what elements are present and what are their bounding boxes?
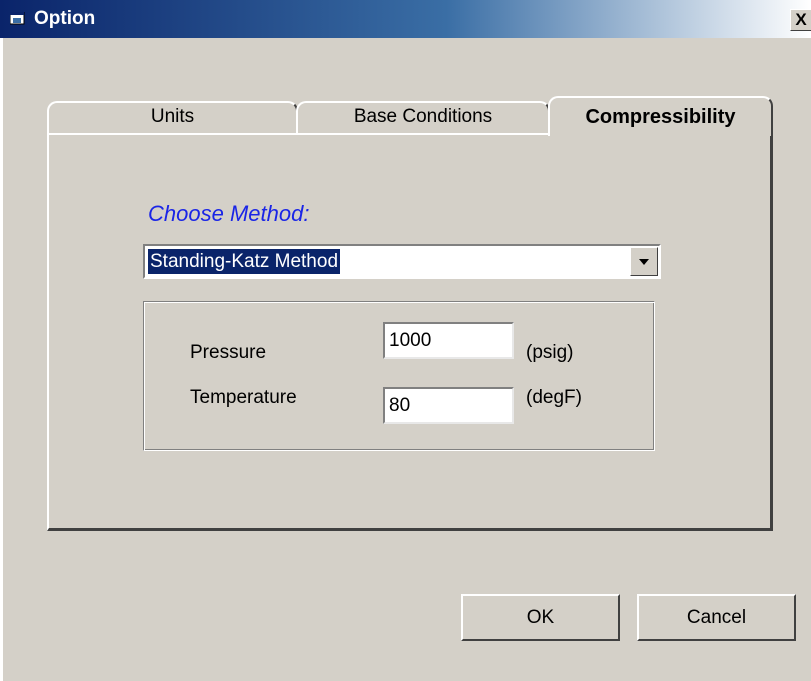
- chevron-down-icon: [639, 259, 649, 265]
- active-tab-joint: [550, 133, 770, 137]
- tab-compressibility[interactable]: Compressibility: [548, 96, 773, 136]
- cancel-button[interactable]: Cancel: [637, 594, 796, 641]
- tab-base-conditions[interactable]: Base Conditions: [296, 101, 550, 135]
- window-edge: [0, 38, 3, 681]
- pressure-input[interactable]: [383, 322, 514, 359]
- temperature-label: Temperature: [190, 387, 297, 408]
- window-title: Option: [34, 8, 96, 29]
- app-window-icon: [10, 12, 25, 25]
- close-button[interactable]: X: [790, 9, 811, 31]
- choose-method-label: Choose Method:: [148, 201, 310, 226]
- temperature-unit: (degF): [526, 387, 582, 408]
- method-select[interactable]: Standing-Katz Method: [143, 244, 661, 279]
- pressure-label: Pressure: [190, 342, 267, 363]
- title-bar[interactable]: Option X: [0, 0, 811, 38]
- method-selected-value: Standing-Katz Method: [148, 249, 341, 274]
- dropdown-button[interactable]: [630, 247, 658, 276]
- ok-button[interactable]: OK: [461, 594, 620, 641]
- tab-units[interactable]: Units: [47, 101, 298, 135]
- pressure-unit: (psig): [526, 342, 574, 363]
- temperature-input[interactable]: [383, 387, 514, 424]
